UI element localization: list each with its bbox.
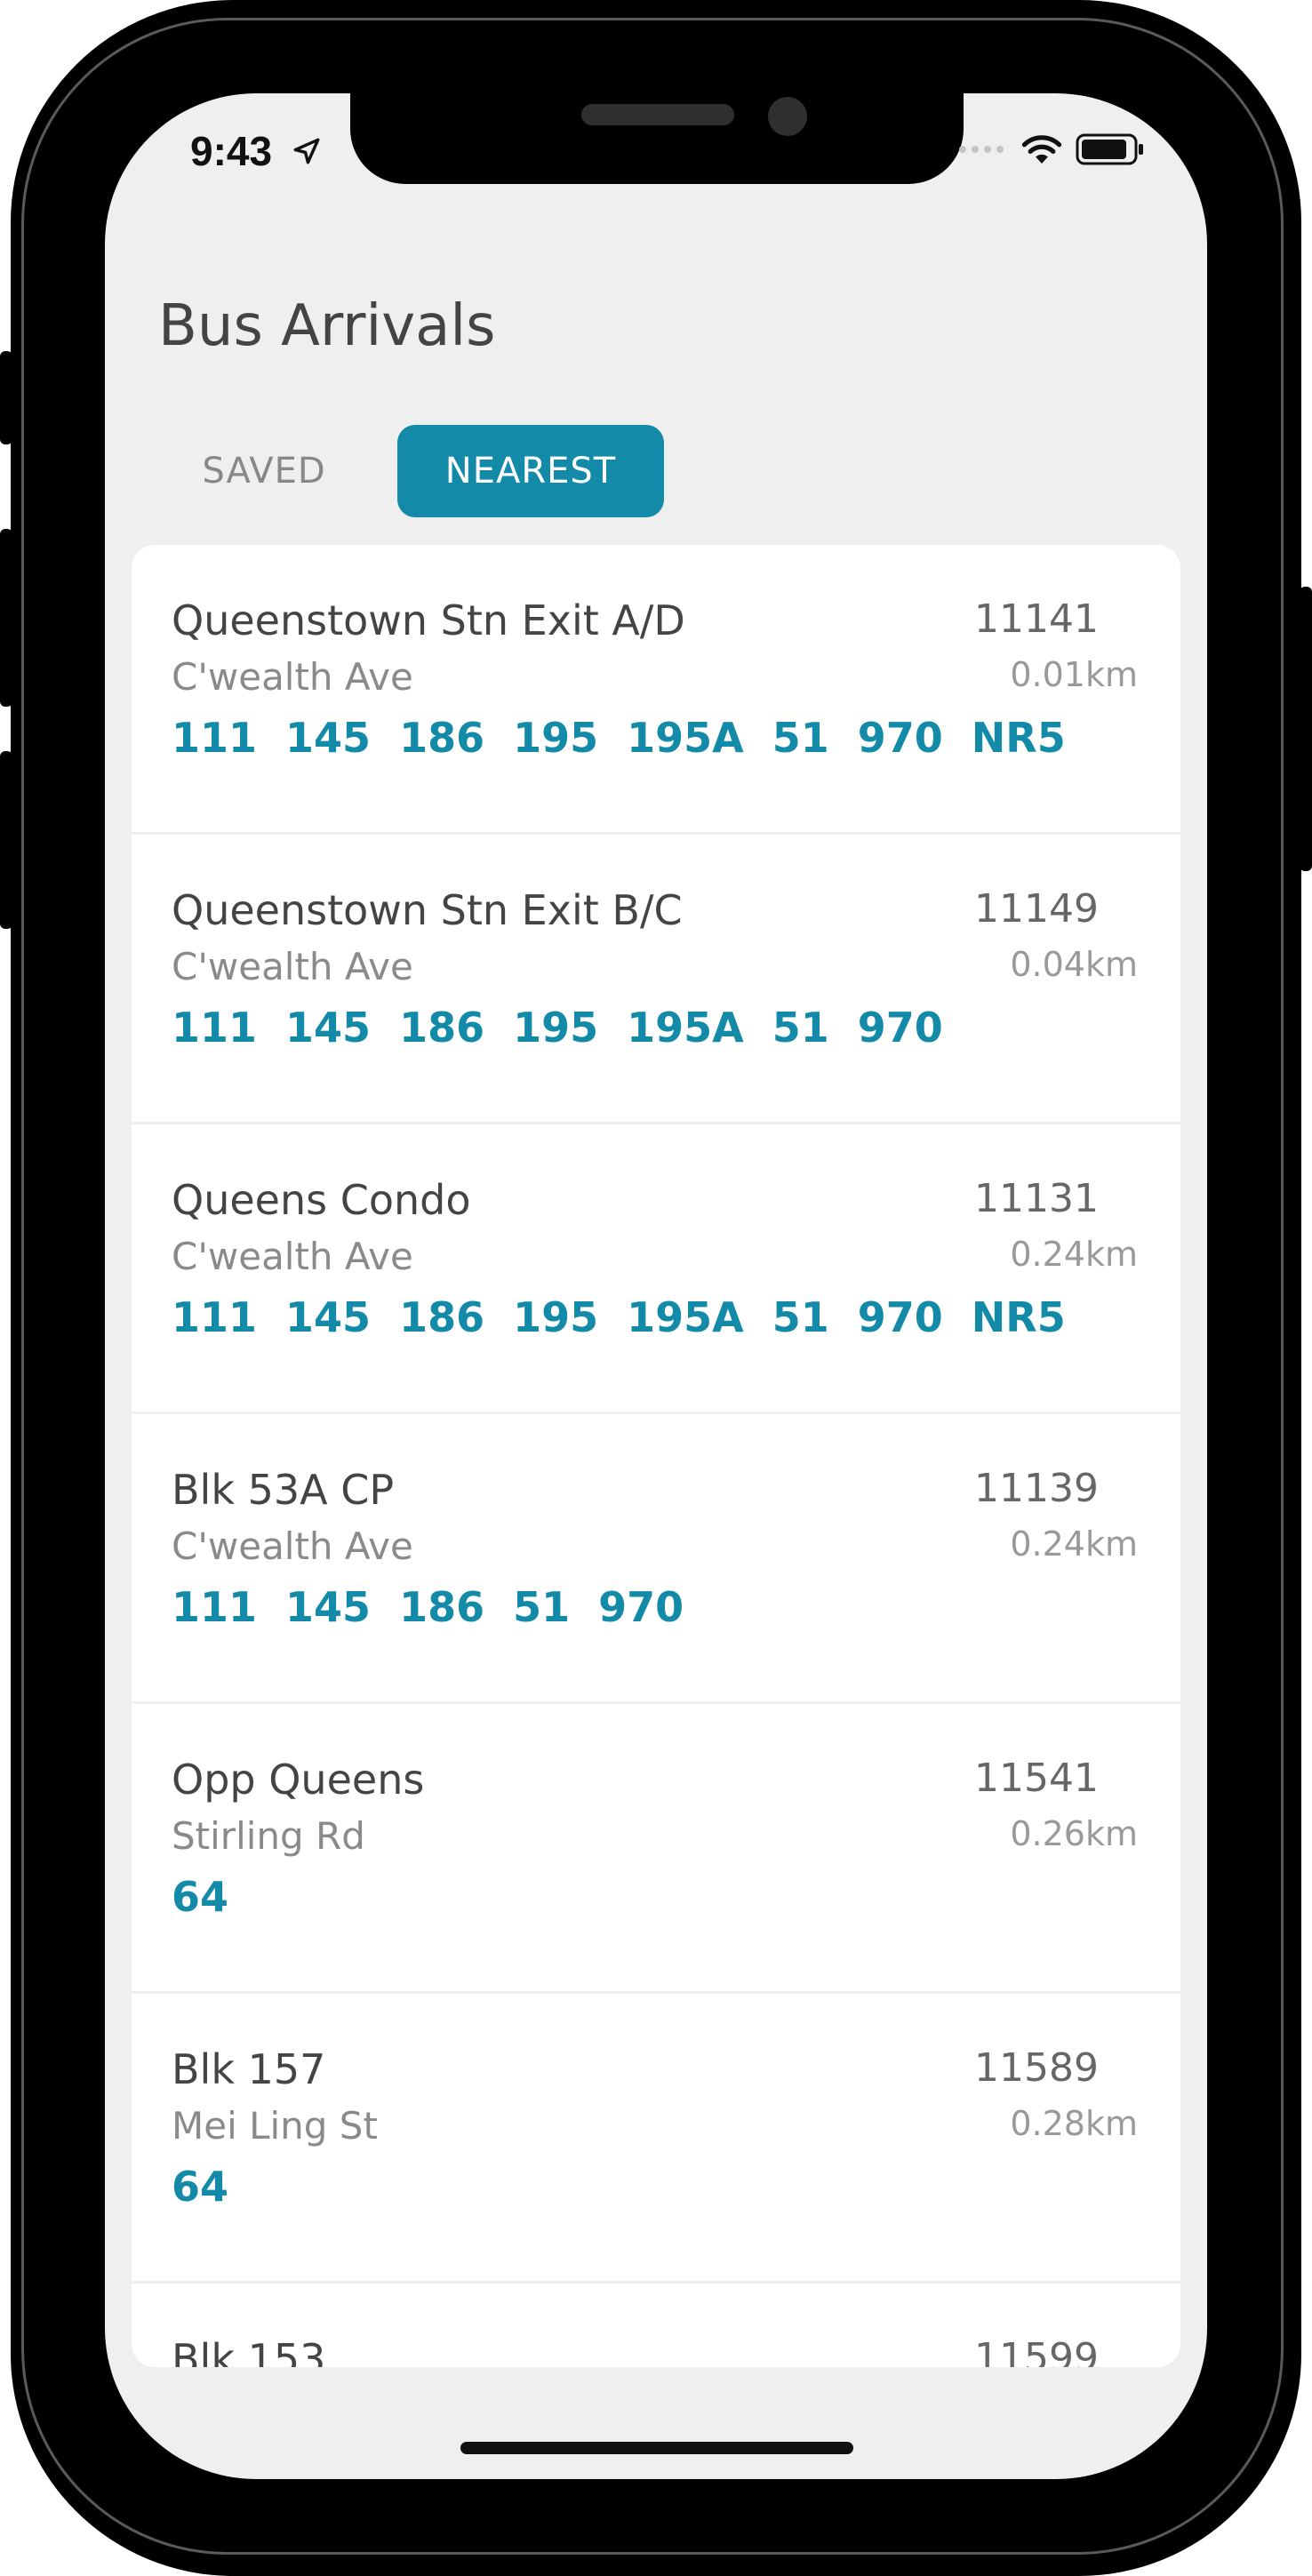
service-number[interactable]: 64 xyxy=(172,2163,228,2211)
stop-code: 11131 xyxy=(974,1176,1099,1221)
service-number[interactable]: 195A xyxy=(627,1293,744,1341)
stop-name: Opp Queens xyxy=(172,1756,425,1804)
service-number[interactable]: 186 xyxy=(399,714,484,762)
stop-name: Queenstown Stn Exit A/D xyxy=(172,596,685,644)
bus-stop-item[interactable]: Queenstown Stn Exit B/C C'wealth Ave 111… xyxy=(132,835,1180,1124)
service-number[interactable]: 111 xyxy=(172,714,257,762)
service-number[interactable]: 195 xyxy=(513,1004,598,1052)
tab-nearest[interactable]: NEAREST xyxy=(397,425,664,517)
stop-distance: 0.01km xyxy=(1010,655,1138,694)
tab-saved[interactable]: SAVED xyxy=(180,425,348,517)
stop-code: 11599 xyxy=(974,2335,1099,2367)
service-number[interactable]: NR5 xyxy=(972,714,1066,762)
service-number[interactable]: 111 xyxy=(172,1293,257,1341)
bus-stop-item[interactable]: Blk 153 11599 xyxy=(132,2284,1180,2367)
service-list: 64 xyxy=(172,1873,228,1921)
volume-down-button xyxy=(0,751,12,929)
power-button xyxy=(1300,587,1312,871)
location-arrow-icon xyxy=(292,136,322,171)
speaker-grille xyxy=(581,104,734,125)
service-list: 111 145 186 195 195A 51 970 NR5 xyxy=(172,1293,1066,1341)
stop-road: Mei Ling St xyxy=(172,2104,378,2148)
stop-distance: 0.04km xyxy=(1010,945,1138,984)
stop-name: Queenstown Stn Exit B/C xyxy=(172,886,683,934)
service-number[interactable]: 145 xyxy=(285,714,371,762)
volume-up-button xyxy=(0,529,12,707)
service-number[interactable]: 186 xyxy=(399,1293,484,1341)
stop-name: Blk 53A CP xyxy=(172,1466,395,1514)
service-number[interactable]: 195 xyxy=(513,1293,598,1341)
stop-code: 11149 xyxy=(974,886,1099,932)
bus-stop-item[interactable]: Queenstown Stn Exit A/D C'wealth Ave 111… xyxy=(132,545,1180,835)
service-number[interactable]: 145 xyxy=(285,1293,371,1341)
status-icons xyxy=(958,132,1145,171)
bus-stop-item[interactable]: Opp Queens Stirling Rd 11541 0.26km 64 xyxy=(132,1704,1180,1994)
home-indicator[interactable] xyxy=(460,2442,853,2454)
screen: 9:43 Bus Arrivals SAVED NEAREST Queensto… xyxy=(105,93,1207,2479)
stop-road: C'wealth Ave xyxy=(172,1524,413,1568)
service-number[interactable]: 970 xyxy=(858,1293,943,1341)
stop-code: 11589 xyxy=(974,2045,1099,2091)
service-number[interactable]: 51 xyxy=(772,1293,829,1341)
status-time: 9:43 xyxy=(190,128,273,174)
service-list: 111 145 186 51 970 xyxy=(172,1583,684,1631)
service-number[interactable]: 195A xyxy=(627,1004,744,1052)
battery-icon xyxy=(1076,132,1145,171)
bus-stop-item[interactable]: Queens Condo C'wealth Ave 11131 0.24km 1… xyxy=(132,1124,1180,1414)
cellular-dots-icon xyxy=(958,143,1008,160)
wifi-icon xyxy=(1020,132,1063,171)
service-number[interactable]: 186 xyxy=(399,1004,484,1052)
service-number[interactable]: 51 xyxy=(772,1004,829,1052)
stop-road: C'wealth Ave xyxy=(172,1235,413,1278)
service-number[interactable]: 186 xyxy=(399,1583,484,1631)
stop-code: 11139 xyxy=(974,1466,1099,1511)
service-number[interactable]: 51 xyxy=(772,714,829,762)
service-number[interactable]: 111 xyxy=(172,1004,257,1052)
bus-stop-item[interactable]: Blk 53A CP C'wealth Ave 11139 0.24km 111… xyxy=(132,1414,1180,1704)
service-number[interactable]: 145 xyxy=(285,1004,371,1052)
service-list: 111 145 186 195 195A 51 970 NR5 xyxy=(172,714,1066,762)
bus-stop-list[interactable]: Queenstown Stn Exit A/D C'wealth Ave 111… xyxy=(132,545,1180,2367)
stop-road: Stirling Rd xyxy=(172,1814,365,1858)
stop-distance: 0.24km xyxy=(1010,1524,1138,1564)
stop-code: 11541 xyxy=(974,1756,1099,1801)
stop-name: Blk 157 xyxy=(172,2045,326,2093)
stop-name: Blk 153 xyxy=(172,2335,326,2367)
notch xyxy=(350,93,964,184)
service-number[interactable]: 970 xyxy=(598,1583,684,1631)
service-number[interactable]: 970 xyxy=(858,714,943,762)
service-list: 111 145 186 195 195A 51 970 xyxy=(172,1004,943,1052)
stop-name: Queens Condo xyxy=(172,1176,471,1224)
stop-code: 11141 xyxy=(974,596,1099,642)
bus-stop-item[interactable]: Blk 157 Mei Ling St 11589 0.28km 64 xyxy=(132,1994,1180,2284)
page-title: Bus Arrivals xyxy=(158,293,496,359)
stop-distance: 0.28km xyxy=(1010,2104,1138,2143)
stop-road: C'wealth Ave xyxy=(172,655,413,699)
service-number[interactable]: 111 xyxy=(172,1583,257,1631)
front-camera xyxy=(768,97,807,136)
service-number[interactable]: 64 xyxy=(172,1873,228,1921)
service-number[interactable]: 195A xyxy=(627,714,744,762)
stop-distance: 0.26km xyxy=(1010,1814,1138,1853)
service-number[interactable]: NR5 xyxy=(972,1293,1066,1341)
service-number[interactable]: 145 xyxy=(285,1583,371,1631)
service-number[interactable]: 51 xyxy=(513,1583,570,1631)
service-number[interactable]: 195 xyxy=(513,714,598,762)
silent-switch xyxy=(0,351,12,444)
stop-distance: 0.24km xyxy=(1010,1235,1138,1274)
service-number[interactable]: 970 xyxy=(858,1004,943,1052)
service-list: 64 xyxy=(172,2163,228,2211)
stop-road: C'wealth Ave xyxy=(172,945,413,988)
